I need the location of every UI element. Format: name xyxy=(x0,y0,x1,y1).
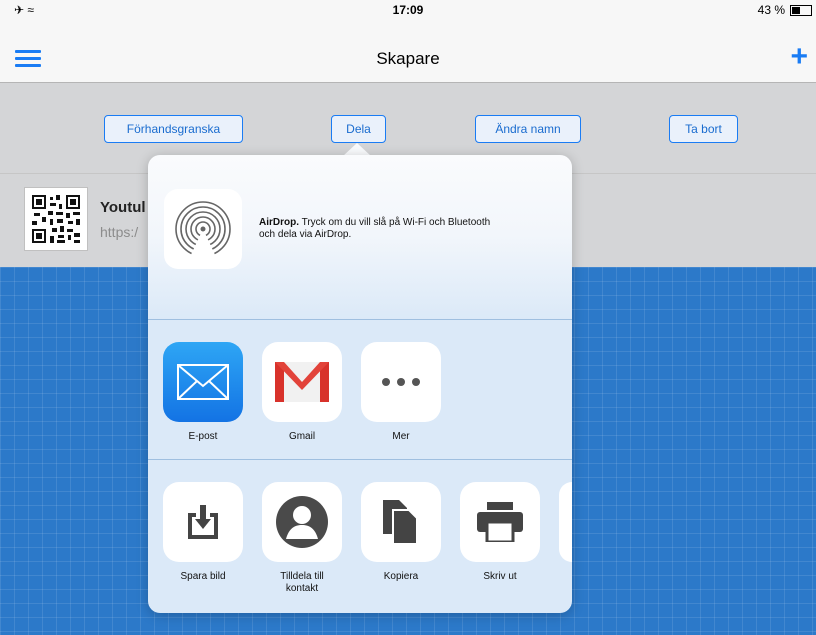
mail-app-label: E-post xyxy=(188,431,218,442)
copy-button[interactable] xyxy=(361,482,441,562)
gmail-app-label: Gmail xyxy=(288,431,316,442)
more-dots-icon xyxy=(382,378,420,386)
gmail-app-button[interactable] xyxy=(262,342,342,422)
gmail-icon xyxy=(275,362,329,402)
delete-button[interactable]: Ta bort xyxy=(669,115,738,143)
assign-contact-button[interactable] xyxy=(262,482,342,562)
contact-icon xyxy=(276,496,328,548)
copy-icon xyxy=(383,500,418,544)
print-button[interactable] xyxy=(460,482,540,562)
preview-button[interactable]: Förhandsgranska xyxy=(104,115,243,143)
list-item-title: Youtul xyxy=(100,199,146,216)
add-button[interactable]: + xyxy=(790,40,808,74)
assign-contact-label-line-2: kontakt xyxy=(285,583,319,594)
assign-contact-label-line-1: Tilldela till xyxy=(280,571,324,582)
print-icon xyxy=(477,502,523,542)
navigation-bar: Skapare + xyxy=(0,20,816,83)
battery-fill xyxy=(792,6,800,14)
airdrop-title: AirDrop. xyxy=(259,217,299,228)
battery-icon xyxy=(790,4,812,16)
share-button[interactable]: Dela xyxy=(331,115,386,143)
battery-percent: 43 % xyxy=(757,3,785,17)
airdrop-line-2: och dela via AirDrop. xyxy=(259,229,352,240)
copy-label: Kopiera xyxy=(383,571,419,582)
status-bar: ✈ ≈ 17:09 43 % xyxy=(0,0,816,20)
save-image-icon xyxy=(188,505,218,539)
airdrop-icon xyxy=(175,201,231,259)
airdrop-line-1: Tryck om du vill slå på Wi-Fi och Blueto… xyxy=(299,217,491,228)
mail-app-button[interactable] xyxy=(163,342,243,422)
rename-button[interactable]: Ändra namn xyxy=(475,115,581,143)
print-label: Skriv ut xyxy=(483,571,517,582)
more-apps-label: Mer xyxy=(392,431,410,442)
separator xyxy=(148,319,572,320)
mail-icon xyxy=(177,364,229,400)
more-apps-button[interactable] xyxy=(361,342,441,422)
page-title: Skapare xyxy=(376,49,440,68)
status-time: 17:09 xyxy=(392,3,424,17)
share-sheet: AirDrop. Tryck om du vill slå på Wi-Fi o… xyxy=(148,155,572,613)
save-image-label: Spara bild xyxy=(180,571,226,582)
airdrop-description: AirDrop. Tryck om du vill slå på Wi-Fi o… xyxy=(259,217,559,241)
qr-code-thumbnail xyxy=(24,187,88,251)
separator xyxy=(148,459,572,460)
airdrop-button[interactable] xyxy=(164,189,242,269)
list-item-url: https:/ xyxy=(100,224,139,240)
save-image-button[interactable] xyxy=(163,482,243,562)
assign-contact-label: Tilldela till kontakt xyxy=(252,571,352,595)
battery-indicator: 43 % xyxy=(758,3,812,17)
next-action-tile[interactable] xyxy=(559,482,572,562)
